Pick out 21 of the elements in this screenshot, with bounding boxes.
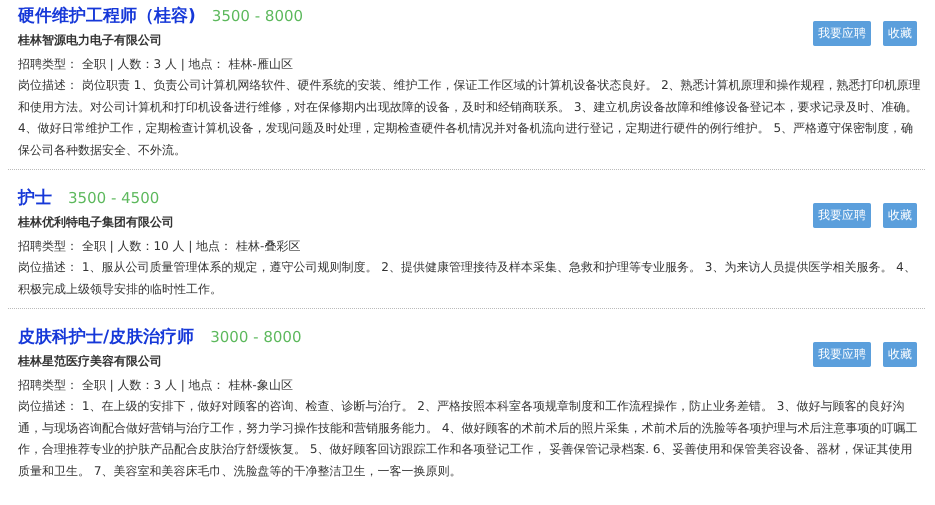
favorite-button[interactable]: 收藏 — [883, 21, 917, 46]
job-title[interactable]: 皮肤科护士/皮肤治疗师 — [18, 325, 194, 348]
apply-button[interactable]: 我要应聘 — [813, 342, 871, 367]
job-title[interactable]: 护士 — [18, 186, 52, 209]
company-name: 桂林星范医疗美容有限公司 — [18, 353, 163, 370]
job-meta: 招聘类型： 全职 | 人数：3 人 | 地点： 桂林-象山区 — [18, 377, 294, 394]
apply-button[interactable]: 我要应聘 — [813, 203, 871, 228]
company-name: 桂林优利特电子集团有限公司 — [18, 214, 175, 231]
company-name: 桂林智源电力电子有限公司 — [18, 32, 163, 49]
salary-range: 3000 - 8000 — [210, 328, 302, 346]
salary-range: 3500 - 8000 — [212, 7, 304, 25]
job-meta: 招聘类型： 全职 | 人数：3 人 | 地点： 桂林-雁山区 — [18, 56, 294, 73]
job-meta: 招聘类型： 全职 | 人数：10 人 | 地点： 桂林-叠彩区 — [18, 238, 300, 255]
job-title[interactable]: 硬件维护工程师（桂容) — [18, 4, 196, 27]
job-description: 岗位描述： 1、在上级的安排下，做好对顾客的咨询、检查、诊断与治疗。 2、严格按照本科室各项规章制度和工作流程操作，防止业务差错。 3、做好与顾客的良好沟通，与现场咨询配合做好营销与治疗工作，努力学习操作技能和营销服务能力。 4、做好顾客的术前术后的照片采集，术前术后的洗脸等各项护理与术后注意事项的叮嘱工作，合理推荐专业的护肤产品配合皮肤治疗舒缓恢复。 5、做好顾客回访跟踪工作和各项登记工作， 妥善保管记录档案. 6、妥善使用和保管美容设备、器材，保证其使用质量和卫生。 7、美容室和美容床毛巾、洗脸盘等的干净整洁卫生，一客一换原则。 — [18, 398, 918, 480]
apply-button[interactable]: 我要应聘 — [813, 21, 871, 46]
favorite-button[interactable]: 收藏 — [883, 342, 917, 367]
salary-range: 3500 - 4500 — [68, 189, 160, 207]
job-description: 岗位描述： 岗位职责 1、负责公司计算机网络软件、硬件系统的安装、维护工作，保证工作区域的计算机设备状态良好。 2、熟悉计算机原理和操作规程，熟悉打印机原理和使用方法。对公司计算机和打印机设备进行维修，对在保修期内出现故障的设备，及时和经销商联系。 3、建立机房设备故障和维修设备登记本，要求记录及时、准确。 4、做好日常维护工作，定期检查计算机设备，发现问题及时处理，定期检查硬件各机情况并对备机流向进行登记，定期进行硬件的例行维护。 5、严格遵守保密制度，确保公司各种数据安全、不外流。 — [18, 77, 922, 158]
favorite-button[interactable]: 收藏 — [883, 203, 917, 228]
job-description: 岗位描述： 1、服从公司质量管理体系的规定，遵守公司规则制度。 2、提供健康管理接待及样本采集、急救和护理等专业服务。 3、为来访人员提供医学相关服务。 4、积极完成上级领导安排的临时性工作。 — [18, 259, 917, 298]
